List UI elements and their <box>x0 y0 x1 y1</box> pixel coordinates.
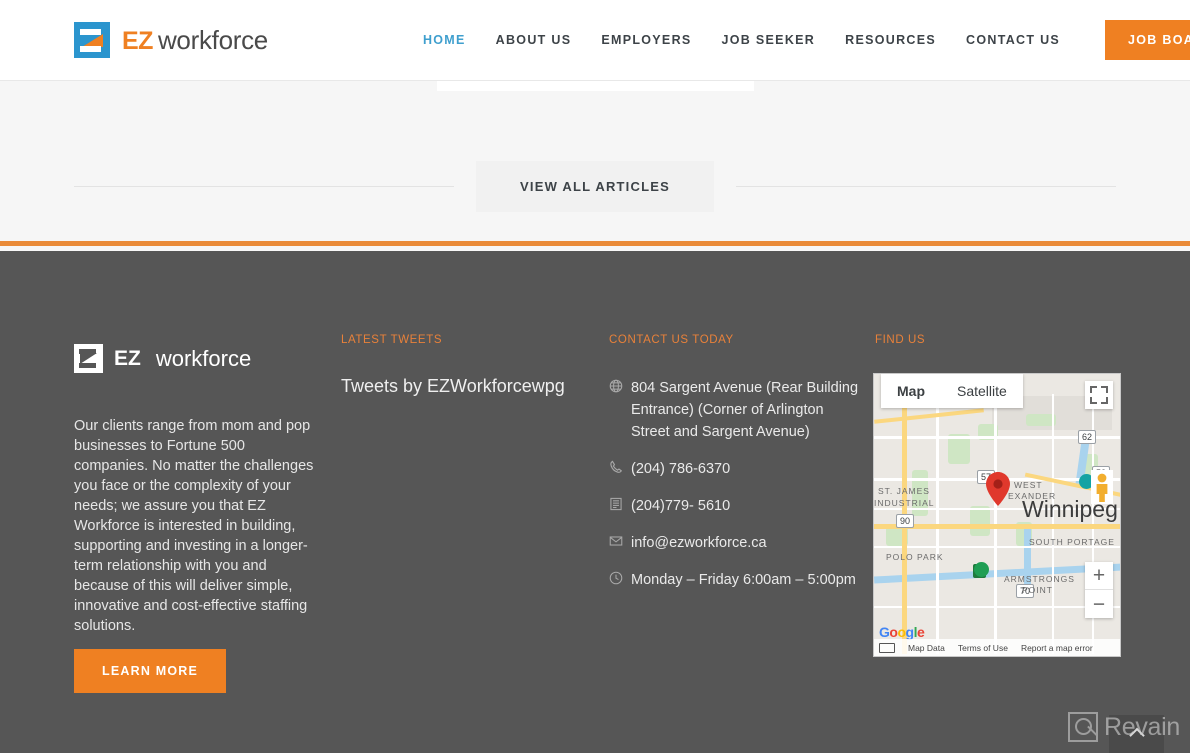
footer-heading-latest-tweets: LATEST TWEETS <box>341 334 443 346</box>
contact-fax-text: (204)779- 5610 <box>631 498 731 514</box>
logo-workforce-text: workforce <box>157 24 268 55</box>
nav-item-job-seeker[interactable]: JOB SEEKER <box>707 3 831 77</box>
footer-about-text: Our clients range from mom and pop busin… <box>74 418 314 634</box>
google-logo: Google <box>879 624 925 640</box>
nav-item-employers[interactable]: EMPLOYERS <box>586 3 706 77</box>
contact-row-fax: (204)779- 5610 <box>609 495 859 517</box>
contact-row-email: info@ezworkforce.ca <box>609 532 859 554</box>
contact-email-text[interactable]: info@ezworkforce.ca <box>631 532 767 554</box>
learn-more-button[interactable]: LEARN MORE <box>74 649 227 693</box>
view-all-articles-row: VIEW ALL ARTICLES <box>0 161 1190 212</box>
globe-icon <box>609 377 631 443</box>
terms-of-use-link[interactable]: Terms of Use <box>958 643 1008 653</box>
footer-logo-ez-text: EZ <box>114 346 141 370</box>
job-board-button[interactable]: JOB BOARD <box>1105 20 1190 60</box>
map-zoom-out-button[interactable]: − <box>1085 590 1113 618</box>
route-shield-90: 90 <box>896 514 915 528</box>
footer-logo-workforce-text: workforce <box>155 345 252 371</box>
contact-row-hours: Monday – Friday 6:00am – 5:00pm <box>609 569 859 591</box>
route-shield-62: 62 <box>1078 430 1097 444</box>
contact-address-text: 804 Sargent Avenue (Rear Building Entran… <box>631 380 859 440</box>
map-label-west: WEST <box>1014 480 1043 490</box>
nav-item-contact-us[interactable]: CONTACT US <box>951 3 1075 77</box>
footer-heading-contact-us-today: CONTACT US TODAY <box>609 334 734 346</box>
map-label-winnipeg: Winnipeg <box>1022 496 1118 522</box>
clock-icon <box>609 569 631 591</box>
ez-workforce-logo-icon-footer <box>74 344 103 373</box>
map-type-satellite-button[interactable]: Satellite <box>941 374 1023 408</box>
map-label-armstrongs: ARMSTRONGS <box>1004 574 1075 584</box>
keyboard-shortcuts-icon[interactable] <box>879 642 895 653</box>
envelope-icon <box>609 532 631 554</box>
footer-logo[interactable]: EZ workforce <box>74 344 251 373</box>
contact-phone-text[interactable]: (204) 786-6370 <box>631 458 730 480</box>
view-all-articles-button[interactable]: VIEW ALL ARTICLES <box>476 161 714 212</box>
contact-hours-text: Monday – Friday 6:00am – 5:00pm <box>631 572 856 588</box>
logo-wordmark: EZ workforce <box>122 25 268 56</box>
map-label-point: POINT <box>1022 585 1053 595</box>
map-fullscreen-button[interactable] <box>1085 381 1113 409</box>
report-map-error-link[interactable]: Report a map error <box>1021 643 1093 653</box>
map-canvas[interactable]: 62 52 57 90 1 70 ST. JAMES INDUSTRIAL WE… <box>874 374 1120 656</box>
map-attribution-bar: Map Data Terms of Use Report a map error <box>874 639 1120 656</box>
ez-workforce-logo-icon <box>74 22 110 58</box>
site-logo[interactable]: EZ workforce <box>74 22 268 58</box>
nav-item-about-us[interactable]: ABOUT US <box>481 3 587 77</box>
article-card-peek <box>437 80 754 91</box>
footer-heading-find-us: FIND US <box>875 334 926 346</box>
map-label-polo-park: POLO PARK <box>886 552 944 562</box>
map-zoom-in-button[interactable]: + <box>1085 562 1113 590</box>
map-poi-icon-park <box>974 562 989 577</box>
nav-item-home[interactable]: HOME <box>408 3 481 77</box>
map-data-link[interactable]: Map Data <box>908 643 945 653</box>
scroll-to-top-button[interactable] <box>1109 715 1164 753</box>
contact-row-phone: (204) 786-6370 <box>609 458 859 480</box>
map-location-pin-icon <box>986 472 1010 506</box>
map-label-st-james: ST. JAMES <box>878 486 930 496</box>
map-type-toggle[interactable]: Map Satellite <box>881 374 1023 408</box>
phone-icon <box>609 458 631 480</box>
divider-right <box>735 186 1117 187</box>
street-view-pegman-icon[interactable] <box>1091 470 1113 504</box>
articles-section: VIEW ALL ARTICLES <box>0 80 1190 246</box>
site-header: EZ workforce HOME ABOUT US EMPLOYERS JOB… <box>0 0 1190 81</box>
divider-left <box>74 186 455 187</box>
contact-list: 804 Sargent Avenue (Rear Building Entran… <box>609 377 859 606</box>
map-type-map-button[interactable]: Map <box>881 374 941 408</box>
google-map-widget[interactable]: 62 52 57 90 1 70 ST. JAMES INDUSTRIAL WE… <box>873 373 1121 657</box>
map-label-south-portage: SOUTH PORTAGE <box>1029 537 1115 547</box>
map-label-industrial: INDUSTRIAL <box>874 498 935 508</box>
main-navigation: HOME ABOUT US EMPLOYERS JOB SEEKER RESOU… <box>408 3 1190 77</box>
logo-ez-text: EZ <box>122 26 153 55</box>
nav-item-resources[interactable]: RESOURCES <box>830 3 951 77</box>
fax-icon <box>609 495 631 517</box>
site-footer: LATEST TWEETS CONTACT US TODAY FIND US E… <box>0 251 1190 753</box>
contact-row-address: 804 Sargent Avenue (Rear Building Entran… <box>609 377 859 443</box>
map-zoom-controls[interactable]: + − <box>1085 562 1113 618</box>
twitter-feed-link[interactable]: Tweets by EZWorkforcewpg <box>341 376 565 397</box>
